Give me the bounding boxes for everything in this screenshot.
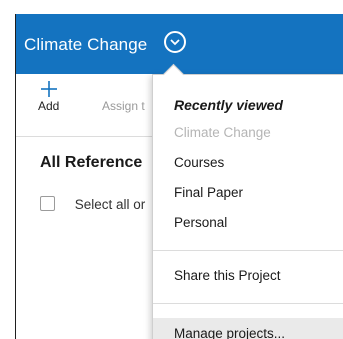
app-header: Climate Change bbox=[16, 14, 343, 74]
plus-icon bbox=[38, 80, 59, 98]
add-button[interactable]: Add bbox=[38, 80, 59, 113]
manage-projects-item[interactable]: Manage projects... bbox=[153, 318, 343, 339]
manage-projects-label: Manage projects... bbox=[174, 326, 286, 339]
app-window: Climate Change Add Assign t All Referenc… bbox=[15, 14, 343, 339]
menu-item-project[interactable]: Personal bbox=[174, 215, 227, 230]
menu-divider bbox=[153, 250, 343, 251]
share-project-item[interactable]: Share this Project bbox=[174, 268, 281, 283]
section-title: All Reference bbox=[40, 154, 143, 171]
menu-item-project[interactable]: Courses bbox=[174, 155, 224, 170]
select-all-row[interactable]: Select all or bbox=[40, 196, 145, 212]
assign-button[interactable]: Assign t bbox=[102, 80, 145, 113]
menu-item-project[interactable]: Final Paper bbox=[174, 185, 243, 200]
project-menu-button[interactable] bbox=[164, 31, 186, 53]
assign-label: Assign t bbox=[102, 99, 145, 113]
select-all-checkbox[interactable] bbox=[40, 196, 55, 211]
assign-icon bbox=[102, 80, 145, 98]
recently-viewed-heading: Recently viewed bbox=[174, 97, 283, 113]
add-label: Add bbox=[38, 99, 60, 113]
select-all-label: Select all or bbox=[74, 197, 146, 212]
chevron-down-icon bbox=[170, 39, 180, 46]
menu-item-current-project: Climate Change bbox=[174, 125, 271, 140]
menu-divider bbox=[153, 303, 343, 304]
project-title[interactable]: Climate Change bbox=[24, 35, 147, 55]
project-dropdown-menu: Recently viewed Climate Change Courses F… bbox=[152, 74, 343, 339]
